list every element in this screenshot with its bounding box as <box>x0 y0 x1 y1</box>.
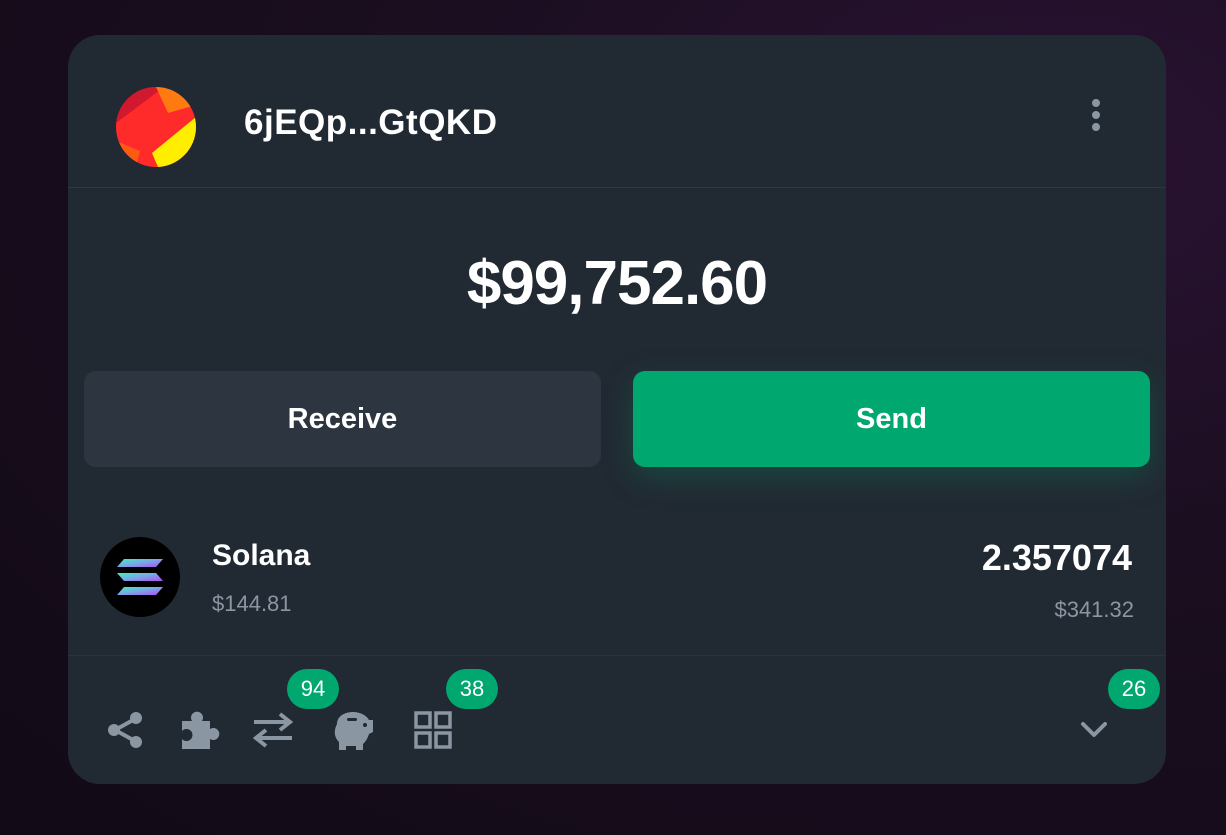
grid-badge: 38 <box>446 669 498 709</box>
token-name: Solana <box>212 539 311 572</box>
total-balance: $99,752.60 <box>466 249 768 318</box>
solana-icon <box>100 537 180 617</box>
token-price: $144.81 <box>212 591 292 616</box>
puzzle-icon[interactable] <box>176 707 222 753</box>
share-icon[interactable] <box>102 707 148 753</box>
avatar-gradient-icon <box>116 87 196 167</box>
swap-badge: 94 <box>287 669 339 709</box>
wallet-header: 6jEQp...GtQKD <box>68 35 1166 188</box>
token-value: $341.32 <box>1054 597 1134 622</box>
more-options-button[interactable] <box>1078 93 1114 137</box>
grid-icon[interactable] <box>410 707 456 753</box>
token-row[interactable]: Solana $144.81 2.357074 $341.32 <box>68 525 1166 656</box>
wallet-address[interactable]: 6jEQp...GtQKD <box>244 103 497 143</box>
chevron-down-icon[interactable] <box>1071 707 1117 753</box>
swap-icon[interactable] <box>250 707 296 753</box>
more-vertical-icon <box>1092 99 1100 107</box>
receive-button[interactable]: Receive <box>84 371 601 467</box>
wallet-card: 6jEQp...GtQKD $99,752.60 Receive Send So… <box>68 35 1166 784</box>
chevron-badge: 26 <box>1108 669 1160 709</box>
send-button[interactable]: Send <box>633 371 1150 467</box>
piggy-bank-icon[interactable] <box>330 707 376 753</box>
token-amount: 2.357074 <box>981 537 1132 578</box>
wallet-avatar[interactable] <box>116 87 196 167</box>
